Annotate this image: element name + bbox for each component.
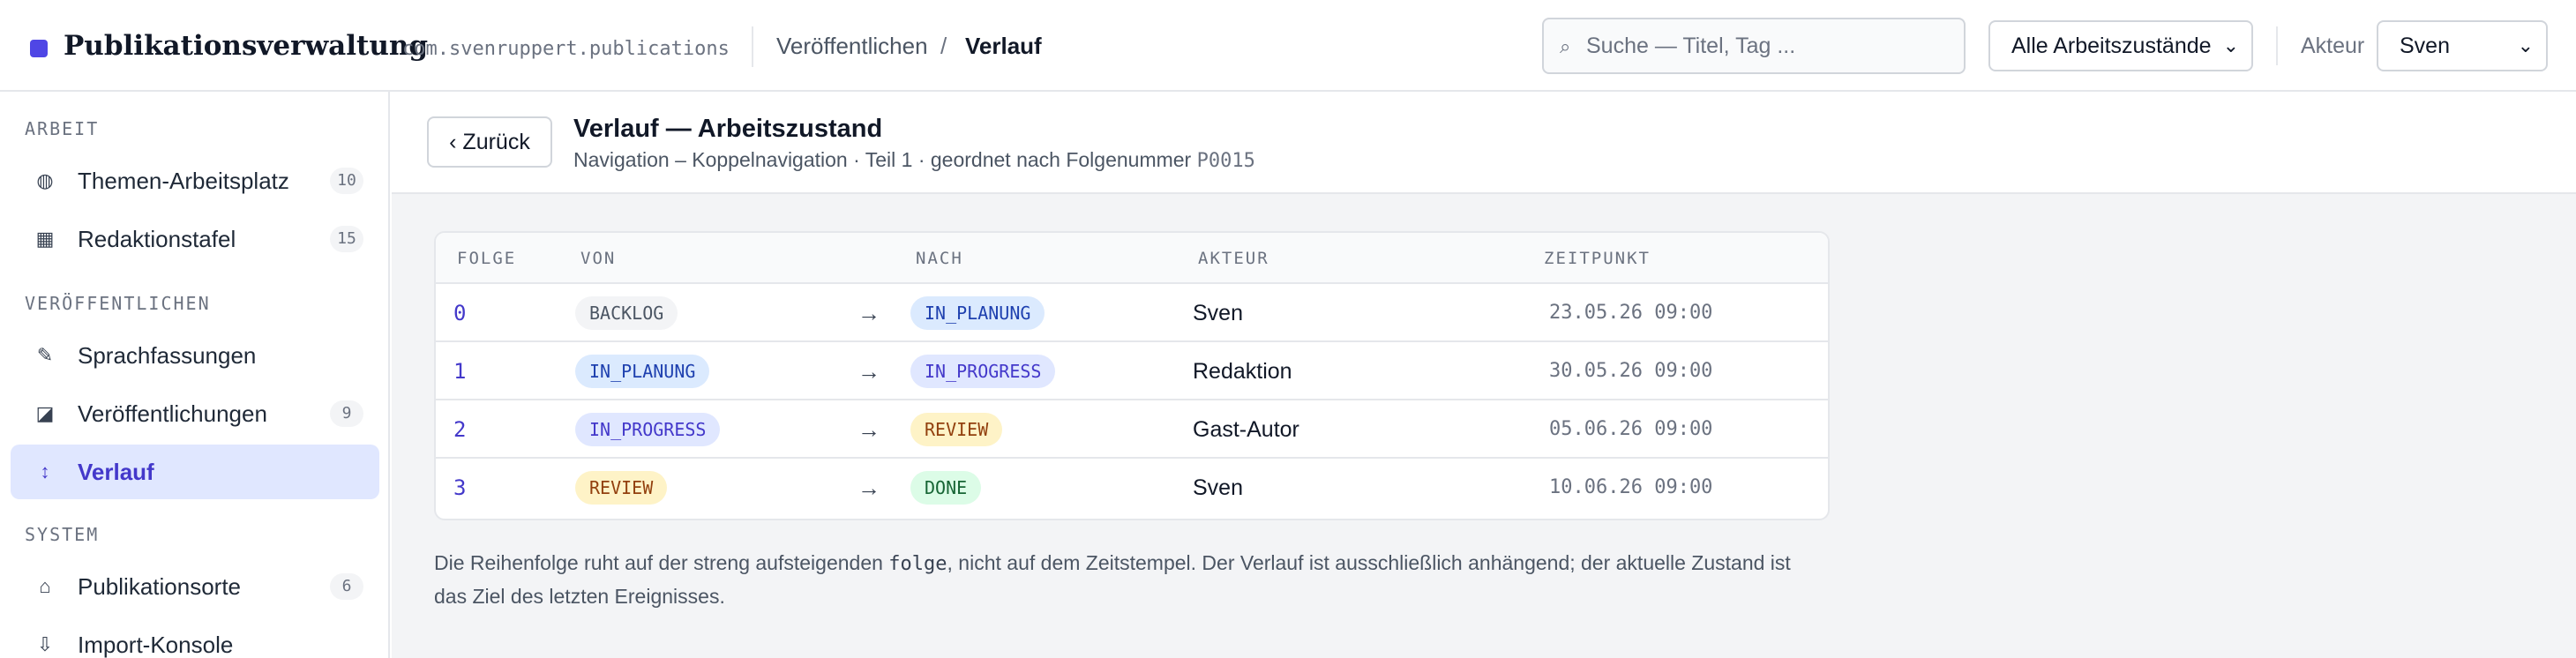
table-row: 3 REVIEW → DONE Sven 10.06.26 09:00 <box>436 459 1828 517</box>
zeitpunkt-cell: 30.05.26 09:00 <box>1549 360 1713 382</box>
top-bar: Publikationsverwaltung com.svenruppert.p… <box>0 0 2576 92</box>
home-icon: ⌂ <box>39 575 51 597</box>
table-row: 2 IN_PROGRESS → REVIEW Gast-Autor 05.06.… <box>436 400 1828 459</box>
column-header-zeitpunkt: ZEITPUNKT <box>1544 249 1651 268</box>
actor-label: Akteur <box>2301 34 2365 58</box>
pencil-icon: ✎ <box>36 344 54 366</box>
contrast-icon: ◪ <box>35 402 55 424</box>
folge-cell: 3 <box>453 475 467 500</box>
akteur-cell: Sven <box>1193 301 1243 325</box>
state-badge-from: BACKLOG <box>575 296 678 330</box>
arrow-right-icon: → <box>857 358 880 385</box>
note-text: das Ziel des letzten Ereignisses. <box>434 585 725 608</box>
state-badge-to: IN_PLANUNG <box>910 296 1045 330</box>
sidebar-item-label: Sprachfassungen <box>78 342 257 369</box>
count-badge: 6 <box>330 573 363 600</box>
history-table: FOLGE VON NACH AKTEUR ZEITPUNKT 0 BACKLO… <box>434 231 1830 520</box>
column-header-von: VON <box>580 249 617 268</box>
state-badge-from: IN_PLANUNG <box>575 355 710 388</box>
sidebar-item-redaktionstafel[interactable]: ▦ Redaktionstafel 15 <box>11 212 379 266</box>
actor-select[interactable]: Sven ⌄ <box>2377 20 2548 71</box>
breadcrumb-separator: / <box>940 33 947 59</box>
sidebar-item-label: Redaktionstafel <box>78 226 236 252</box>
updown-arrow-icon: ↕ <box>40 460 50 482</box>
state-filter-select[interactable]: Alle Arbeitszustände ⌄ <box>1988 20 2253 71</box>
table-header: FOLGE VON NACH AKTEUR ZEITPUNKT <box>436 233 1828 284</box>
page-title: Verlauf — Arbeitszustand <box>573 115 883 143</box>
state-badge-to: REVIEW <box>910 413 1003 446</box>
back-button[interactable]: ‹ Zurück <box>427 116 552 168</box>
zeitpunkt-cell: 05.06.26 09:00 <box>1549 418 1713 440</box>
column-header-akteur: AKTEUR <box>1198 249 1269 268</box>
sidebar-section-title: ARBEIT <box>25 118 100 139</box>
app-title: Publikationsverwaltung <box>64 30 429 62</box>
globe-icon: ◍ <box>36 169 54 191</box>
sidebar-item-label: Publikationsorte <box>78 573 241 600</box>
column-header-folge: FOLGE <box>457 249 517 268</box>
table-row: 1 IN_PLANUNG → IN_PROGRESS Redaktion 30.… <box>436 342 1828 400</box>
state-badge-from: IN_PROGRESS <box>575 413 721 446</box>
search-input[interactable] <box>1586 26 1948 65</box>
column-header-nach: NACH <box>916 249 963 268</box>
sidebar-item-label: Import-Konsole <box>78 632 234 658</box>
zeitpunkt-cell: 10.06.26 09:00 <box>1549 476 1713 498</box>
sidebar-item-publikationsorte[interactable]: ⌂ Publikationsorte 6 <box>11 559 379 614</box>
folge-cell: 1 <box>453 359 467 384</box>
divider <box>2276 26 2278 65</box>
state-badge-from: REVIEW <box>575 471 668 505</box>
count-badge: 9 <box>330 400 363 427</box>
sidebar-item-label: Verlauf <box>78 459 154 485</box>
sidebar-section-title: SYSTEM <box>25 524 100 545</box>
publication-code: P0015 <box>1196 150 1255 172</box>
breadcrumb-current: Verlauf <box>965 33 1042 59</box>
sidebar-item-label: Themen-Arbeitsplatz <box>78 168 289 194</box>
download-icon: ⇩ <box>36 633 54 655</box>
page-subtitle: Navigation – Koppelnavigation · Teil 1 ·… <box>573 145 1255 176</box>
akteur-cell: Redaktion <box>1193 359 1292 384</box>
arrow-right-icon: → <box>857 416 880 443</box>
sidebar: ARBEIT ◍ Themen-Arbeitsplatz 10 ▦ Redakt… <box>0 92 390 658</box>
app-package-id: com.svenruppert.publications <box>402 38 730 60</box>
subtitle-text: Navigation – Koppelnavigation · Teil 1 ·… <box>573 148 1192 171</box>
actor-select-value: Sven <box>2400 34 2450 58</box>
state-badge-to: IN_PROGRESS <box>910 355 1056 388</box>
sidebar-item-themen-arbeitsplatz[interactable]: ◍ Themen-Arbeitsplatz 10 <box>11 153 379 208</box>
count-badge: 10 <box>330 168 363 194</box>
divider <box>752 26 753 67</box>
state-filter-value: Alle Arbeitszustände <box>2011 34 2212 58</box>
chevron-down-icon: ⌄ <box>2517 34 2534 56</box>
search-icon: ⌕ <box>1560 35 1571 57</box>
arrow-right-icon: → <box>857 300 880 326</box>
note-code: folge <box>888 553 947 575</box>
grid-icon: ▦ <box>35 228 55 250</box>
state-badge-to: DONE <box>910 471 982 505</box>
sidebar-item-verlauf[interactable]: ↕ Verlauf <box>11 445 379 499</box>
arrow-right-icon: → <box>857 475 880 501</box>
sidebar-item-import-konsole[interactable]: ⇩ Import-Konsole <box>11 617 379 658</box>
count-badge: 15 <box>330 226 363 252</box>
chevron-down-icon: ⌄ <box>2222 34 2239 56</box>
explanation-note: Die Reihenfolge ruht auf der streng aufs… <box>434 547 1846 612</box>
akteur-cell: Sven <box>1193 475 1243 500</box>
search-box[interactable]: ⌕ <box>1542 18 1966 74</box>
sidebar-item-label: Veröffentlichungen <box>78 400 267 427</box>
akteur-cell: Gast-Autor <box>1193 417 1299 442</box>
folge-cell: 2 <box>453 417 467 442</box>
sidebar-section-title: VERÖFFENTLICHEN <box>25 293 211 314</box>
sidebar-item-veroeffentlichungen[interactable]: ◪ Veröffentlichungen 9 <box>11 386 379 441</box>
table-row: 0 BACKLOG → IN_PLANUNG Sven 23.05.26 09:… <box>436 284 1828 342</box>
zeitpunkt-cell: 23.05.26 09:00 <box>1549 302 1713 324</box>
note-text: , nicht auf dem Zeitstempel. Der Verlauf… <box>947 551 1791 574</box>
sidebar-item-sprachfassungen[interactable]: ✎ Sprachfassungen <box>11 328 379 383</box>
brand-logo-icon <box>30 40 48 57</box>
breadcrumb-parent-link[interactable]: Veröffentlichen <box>776 28 928 64</box>
folge-cell: 0 <box>453 301 467 325</box>
note-text: Die Reihenfolge ruht auf der streng aufs… <box>434 551 889 574</box>
